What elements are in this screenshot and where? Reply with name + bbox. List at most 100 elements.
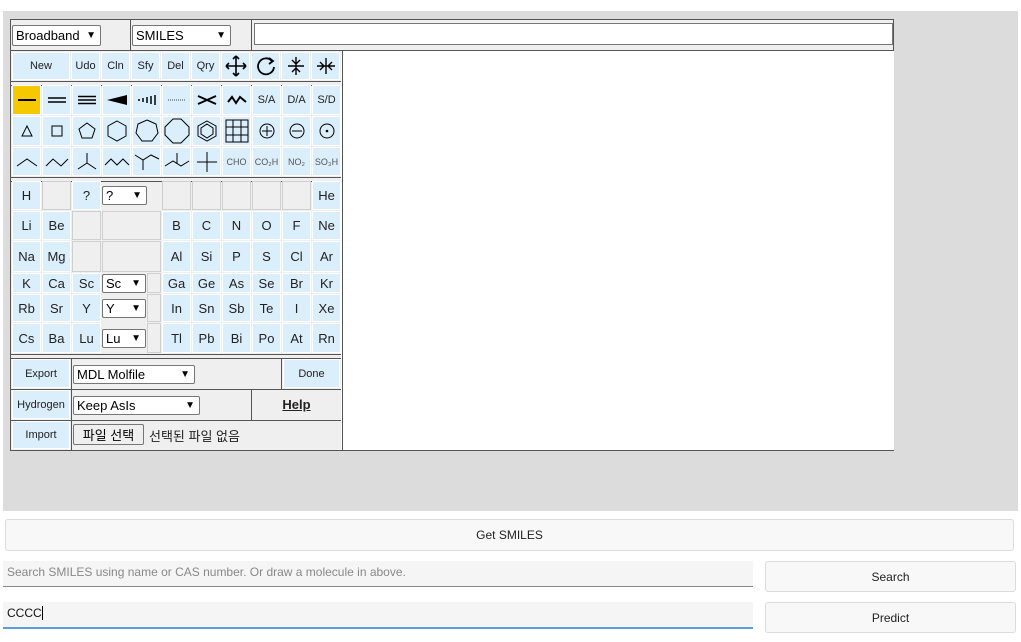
drawing-canvas[interactable] bbox=[342, 51, 894, 450]
move-tool[interactable] bbox=[221, 52, 250, 80]
smiles-input[interactable]: CCCC​ bbox=[3, 602, 753, 629]
search-input[interactable]: Search SMILES using name or CAS number. … bbox=[3, 561, 753, 587]
da-bond-tool[interactable]: D/A bbox=[282, 85, 311, 115]
cyclohexane-tool[interactable] bbox=[102, 116, 131, 146]
element-c[interactable]: C bbox=[192, 211, 221, 240]
clean-button[interactable]: Cln bbox=[101, 52, 130, 80]
delete-button[interactable]: Del bbox=[161, 52, 190, 80]
predict-button[interactable]: Predict bbox=[765, 602, 1016, 633]
done-button[interactable]: Done bbox=[283, 359, 340, 388]
element-p[interactable]: P bbox=[222, 241, 251, 272]
element-br[interactable]: Br bbox=[282, 273, 311, 293]
element-be[interactable]: Be bbox=[42, 211, 71, 240]
export-button[interactable]: Export bbox=[12, 359, 70, 388]
element-xe[interactable]: Xe bbox=[312, 294, 341, 322]
no2-group-tool[interactable]: NO₂ bbox=[282, 147, 311, 176]
hash-bond-tool[interactable] bbox=[132, 85, 161, 115]
mode-select[interactable]: Broadband ▼ bbox=[12, 25, 101, 46]
element-ca[interactable]: Ca bbox=[42, 273, 71, 293]
get-smiles-button[interactable]: Get SMILES bbox=[5, 519, 1014, 551]
cyclopropane-tool[interactable] bbox=[12, 116, 41, 146]
element-cl[interactable]: Cl bbox=[282, 241, 311, 272]
element-cs[interactable]: Cs bbox=[12, 323, 41, 353]
element-o[interactable]: O bbox=[252, 211, 281, 240]
element-h[interactable]: H bbox=[12, 181, 41, 210]
element-row6-select[interactable]: Lu ▼ bbox=[102, 328, 146, 348]
hydrogen-mode-select[interactable]: Keep AsIs ▼ bbox=[73, 396, 200, 415]
element-y[interactable]: Y bbox=[72, 294, 101, 322]
element-n[interactable]: N bbox=[222, 211, 251, 240]
element-sr[interactable]: Sr bbox=[42, 294, 71, 322]
element-in[interactable]: In bbox=[162, 294, 191, 322]
branch-3-tool[interactable] bbox=[72, 147, 101, 176]
cross-bond-tool[interactable] bbox=[192, 85, 221, 115]
cyclobutane-tool[interactable] bbox=[42, 116, 71, 146]
cyclooctane-tool[interactable] bbox=[162, 116, 191, 146]
cyclopentane-tool[interactable] bbox=[72, 116, 101, 146]
hydrogen-button[interactable]: Hydrogen bbox=[12, 390, 70, 419]
import-button[interactable]: Import bbox=[12, 421, 70, 449]
new-button[interactable]: New bbox=[12, 52, 70, 80]
cycloheptane-tool[interactable] bbox=[132, 116, 161, 146]
element-row4-select[interactable]: Sc ▼ bbox=[102, 273, 146, 293]
simplify-button[interactable]: Sfy bbox=[131, 52, 160, 80]
element-si[interactable]: Si bbox=[192, 241, 221, 272]
element-tl[interactable]: Tl bbox=[162, 323, 191, 353]
element-i[interactable]: I bbox=[282, 294, 311, 322]
element-b[interactable]: B bbox=[162, 211, 191, 240]
export-format-select[interactable]: MDL Molfile ▼ bbox=[73, 365, 195, 384]
element-ne[interactable]: Ne bbox=[312, 211, 341, 240]
undo-button[interactable]: Udo bbox=[71, 52, 100, 80]
zigzag-bond-tool[interactable] bbox=[222, 85, 251, 115]
element-s[interactable]: S bbox=[252, 241, 281, 272]
triple-bond-tool[interactable] bbox=[72, 85, 101, 115]
chain-3-tool[interactable] bbox=[42, 147, 71, 176]
element-he[interactable]: He bbox=[312, 181, 341, 210]
element-sc[interactable]: Sc bbox=[72, 273, 101, 293]
element-ga[interactable]: Ga bbox=[162, 273, 191, 293]
element-sn[interactable]: Sn bbox=[192, 294, 221, 322]
format-select[interactable]: SMILES ▼ bbox=[132, 25, 231, 46]
benzene-tool[interactable] bbox=[192, 116, 221, 146]
element-rn[interactable]: Rn bbox=[312, 323, 341, 353]
element-row5-select[interactable]: Y ▼ bbox=[102, 298, 146, 318]
element-li[interactable]: Li bbox=[12, 211, 41, 240]
chain-2-tool[interactable] bbox=[12, 147, 41, 176]
flip-horizontal-tool[interactable] bbox=[311, 52, 340, 80]
flip-vertical-tool[interactable] bbox=[281, 52, 310, 80]
smiles-display-field[interactable] bbox=[254, 23, 893, 45]
grid-tool[interactable] bbox=[222, 116, 251, 146]
element-query-select[interactable]: ? ▼ bbox=[102, 186, 147, 205]
branch-4-tool[interactable] bbox=[132, 147, 161, 176]
sd-bond-tool[interactable]: S/D bbox=[312, 85, 341, 115]
element-po[interactable]: Po bbox=[252, 323, 281, 353]
cho-group-tool[interactable]: CHO bbox=[222, 147, 251, 176]
element-ge[interactable]: Ge bbox=[192, 273, 221, 293]
element-any[interactable]: ? bbox=[72, 181, 101, 210]
wedge-bond-tool[interactable] bbox=[102, 85, 131, 115]
element-pb[interactable]: Pb bbox=[192, 323, 221, 353]
element-al[interactable]: Al bbox=[162, 241, 191, 272]
element-mg[interactable]: Mg bbox=[42, 241, 71, 272]
element-lu[interactable]: Lu bbox=[72, 323, 101, 353]
element-ba[interactable]: Ba bbox=[42, 323, 71, 353]
branch-5-tool[interactable] bbox=[162, 147, 191, 176]
element-na[interactable]: Na bbox=[12, 241, 41, 272]
query-button[interactable]: Qry bbox=[191, 52, 220, 80]
element-as[interactable]: As bbox=[222, 273, 251, 293]
choose-file-button[interactable]: 파일 선택 bbox=[73, 424, 144, 445]
rotate-tool[interactable] bbox=[251, 52, 280, 80]
negative-charge-tool[interactable] bbox=[282, 116, 311, 146]
element-se[interactable]: Se bbox=[252, 273, 281, 293]
element-f[interactable]: F bbox=[282, 211, 311, 240]
help-link[interactable]: Help bbox=[252, 390, 341, 419]
element-k[interactable]: K bbox=[12, 273, 41, 293]
double-bond-tool[interactable] bbox=[42, 85, 71, 115]
cross-branch-tool[interactable] bbox=[192, 147, 221, 176]
element-te[interactable]: Te bbox=[252, 294, 281, 322]
element-at[interactable]: At bbox=[282, 323, 311, 353]
element-kr[interactable]: Kr bbox=[312, 273, 341, 293]
search-button[interactable]: Search bbox=[765, 561, 1016, 592]
element-sb[interactable]: Sb bbox=[222, 294, 251, 322]
co2h-group-tool[interactable]: CO₂H bbox=[252, 147, 281, 176]
